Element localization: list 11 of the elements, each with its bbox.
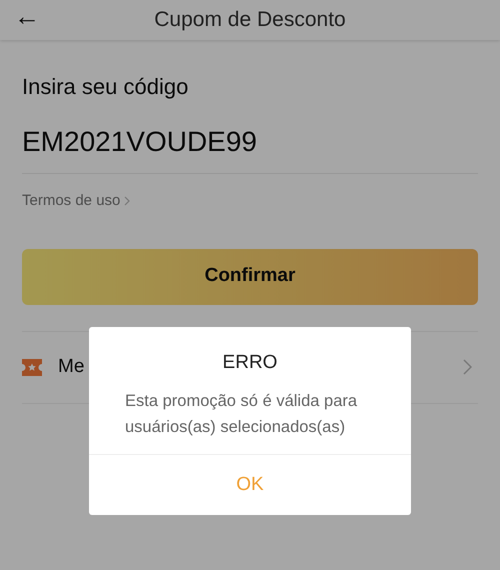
dialog-title: ERRO — [222, 351, 278, 375]
chevron-right-icon — [124, 196, 130, 206]
chevron-right-icon — [463, 359, 472, 375]
my-coupons-label[interactable]: Me — [58, 352, 84, 382]
dialog-message: Esta promoção só é válida para usuários(as) selecionados(as) — [124, 390, 358, 438]
ticket-icon — [22, 358, 42, 376]
page-title: Cupom de Desconto — [154, 7, 346, 34]
code-label: Insira seu código — [22, 73, 190, 101]
back-button[interactable]: ← — [14, 3, 40, 29]
confirm-button[interactable]: Confirmar — [22, 248, 478, 304]
code-input-field[interactable]: EM2021VOUDE99 — [22, 121, 478, 174]
